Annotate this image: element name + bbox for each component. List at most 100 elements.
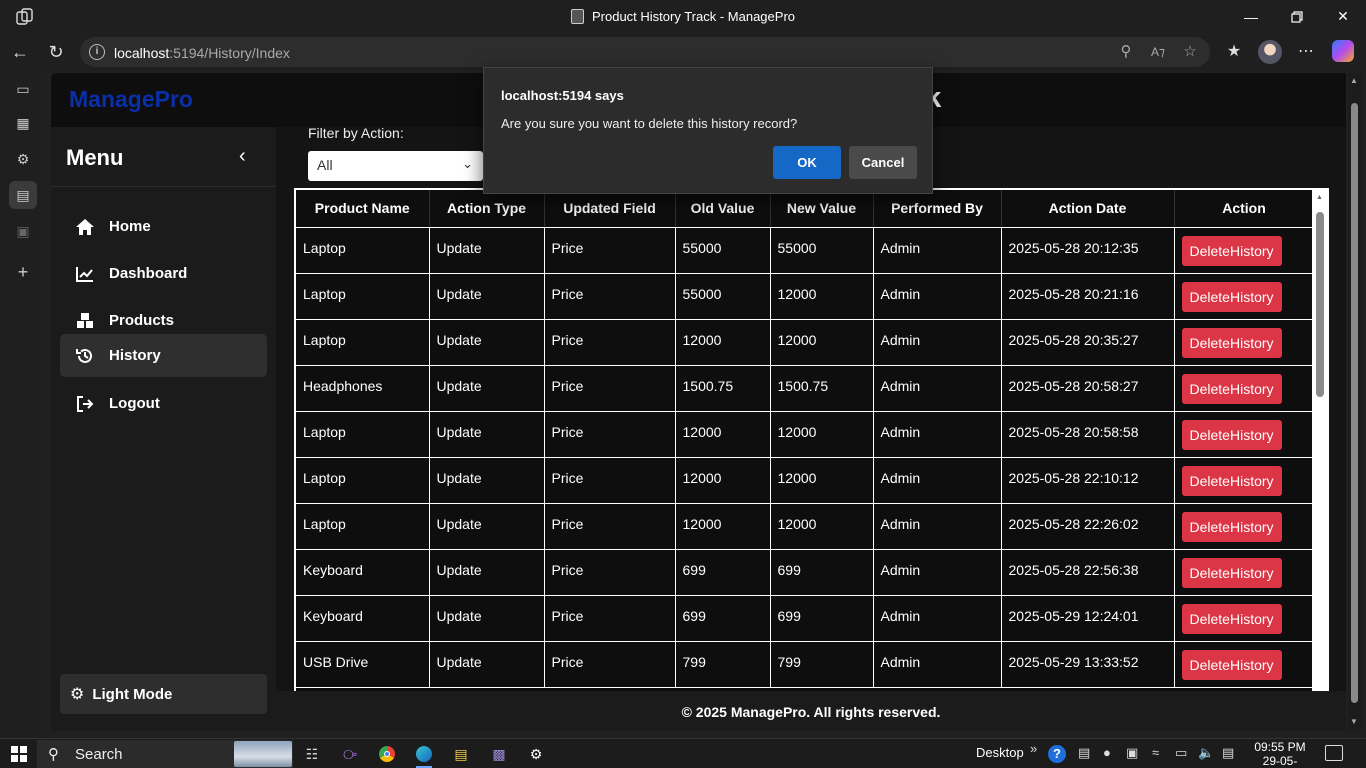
new-tab-icon[interactable]: + <box>9 258 37 286</box>
favorites-icon[interactable]: ★ <box>1222 40 1246 64</box>
tray-app-icon[interactable]: ▤ <box>1078 745 1090 761</box>
action-filter-select[interactable]: All ⌄ <box>308 151 483 181</box>
column-header[interactable]: Performed By <box>873 190 1002 228</box>
column-header[interactable]: Action <box>1174 190 1315 228</box>
delete-history-button[interactable]: DeleteHistory <box>1181 281 1282 312</box>
zoom-icon[interactable]: ⚲ <box>1117 43 1135 61</box>
sidebar-item-history[interactable]: History <box>60 334 267 377</box>
start-button[interactable] <box>11 746 27 762</box>
delete-history-button[interactable]: DeleteHistory <box>1181 373 1282 404</box>
sidebar-item-label: Dashboard <box>109 265 188 282</box>
restore-button[interactable] <box>1274 0 1320 33</box>
visual-studio-icon[interactable]: ⧂ <box>336 742 364 766</box>
tray-file-icon[interactable]: ▣ <box>1126 745 1138 761</box>
table-cell: 55000 <box>675 227 771 274</box>
table-scrollbar[interactable]: ▲ <box>1312 190 1327 691</box>
table-cell-action: DeleteHistory <box>1174 273 1315 320</box>
favorite-star-icon[interactable]: ☆ <box>1181 43 1199 61</box>
table-cell: 12000 <box>675 503 771 550</box>
file-explorer-icon[interactable]: ▤ <box>447 742 475 766</box>
gear-icon: ⚙ <box>70 686 85 703</box>
table-cell: Admin <box>873 319 1002 366</box>
more-menu-icon[interactable]: ⋯ <box>1294 40 1318 64</box>
table-cell-action: DeleteHistory <box>1174 595 1315 642</box>
sidebar-item-dashboard[interactable]: Dashboard <box>60 252 267 295</box>
page-favicon-icon <box>570 9 584 24</box>
delete-history-button[interactable]: DeleteHistory <box>1181 603 1282 634</box>
battery-icon[interactable]: ▭ <box>1175 745 1187 761</box>
collapse-sidebar-icon[interactable]: ‹ <box>239 145 246 168</box>
scroll-up-icon[interactable]: ▲ <box>1316 194 1323 201</box>
page-scrollbar-thumb[interactable] <box>1351 103 1358 703</box>
taskbar-clock[interactable]: 09:55 PM 29-05-2025 <box>1250 739 1310 768</box>
brand-logo[interactable]: ManagePro <box>69 86 193 113</box>
table-cell: Admin <box>873 503 1002 550</box>
column-header[interactable]: Action Type <box>429 190 545 228</box>
delete-history-button[interactable]: DeleteHistory <box>1181 511 1282 542</box>
back-button[interactable]: ← <box>8 40 32 64</box>
delete-history-button[interactable]: DeleteHistory <box>1181 419 1282 450</box>
delete-history-button[interactable]: DeleteHistory <box>1181 649 1282 680</box>
refresh-button[interactable]: ↻ <box>44 40 68 64</box>
table-cell: Price <box>544 365 676 412</box>
table-cell: USB Drive <box>296 641 430 688</box>
divider <box>51 186 276 187</box>
tab-2-icon[interactable]: ⚙ <box>9 145 37 173</box>
table-cell: 2025-05-28 20:35:27 <box>1001 319 1175 366</box>
volume-icon[interactable]: 🔈 <box>1198 745 1214 761</box>
settings-icon[interactable]: ⚙ <box>522 742 550 766</box>
column-header[interactable]: Updated Field <box>544 190 676 228</box>
minimize-button[interactable]: — <box>1228 0 1274 33</box>
sidebar-item-label: Home <box>109 218 151 235</box>
scroll-up-icon[interactable]: ▲ <box>1350 76 1358 85</box>
address-bar[interactable]: i localhost:5194/History/Index ⚲ A⁊ ☆ <box>80 37 1210 67</box>
chrome-icon[interactable] <box>373 742 401 766</box>
tab-1-icon[interactable]: ▦ <box>9 109 37 137</box>
delete-history-button[interactable]: DeleteHistory <box>1181 557 1282 588</box>
boxes-icon <box>75 312 95 329</box>
column-header[interactable]: New Value <box>770 190 874 228</box>
column-header[interactable]: Product Name <box>296 190 430 228</box>
copilot-icon[interactable] <box>1332 40 1354 62</box>
close-window-button[interactable]: ✕ <box>1320 0 1366 33</box>
read-aloud-icon[interactable]: A⁊ <box>1149 43 1167 61</box>
page-scrollbar[interactable]: ▲ ▼ <box>1348 73 1362 731</box>
terminal-icon[interactable]: ▩ <box>485 742 513 766</box>
sidebar-item-home[interactable]: Home <box>60 205 267 248</box>
edge-icon[interactable] <box>410 742 438 768</box>
search-label: Search <box>75 746 123 763</box>
task-view-icon[interactable]: ☷ <box>298 742 326 766</box>
url-text[interactable]: localhost:5194/History/Index <box>114 45 290 61</box>
tab-actions-icon[interactable]: ▭ <box>9 75 37 103</box>
help-icon[interactable]: ? <box>1048 745 1066 763</box>
delete-history-button[interactable]: DeleteHistory <box>1181 465 1282 496</box>
language-icon[interactable]: ▤ <box>1222 745 1234 761</box>
scroll-down-icon[interactable]: ▼ <box>1350 717 1358 726</box>
delete-history-button[interactable]: DeleteHistory <box>1181 327 1282 358</box>
table-cell: 12000 <box>675 411 771 458</box>
expand-toolbar-icon[interactable]: » <box>1030 741 1037 756</box>
tray-disk-icon[interactable]: ● <box>1103 745 1111 760</box>
column-header[interactable]: Action Date <box>1001 190 1175 228</box>
table-scrollbar-thumb[interactable] <box>1316 212 1324 397</box>
wifi-icon[interactable]: ≈ <box>1152 745 1159 760</box>
delete-history-button[interactable]: DeleteHistory <box>1181 235 1282 266</box>
tab-4-icon[interactable]: ▣ <box>9 217 37 245</box>
light-mode-label: Light Mode <box>92 685 173 703</box>
tab-current-icon[interactable]: ▤ <box>9 181 37 209</box>
site-info-icon[interactable]: i <box>89 44 105 60</box>
filter-label: Filter by Action: <box>308 125 404 141</box>
table-row: Laptop Update Price 55000 55000 Admin 2025-05-… <box>296 227 1315 274</box>
sidebar-item-logout[interactable]: Logout <box>60 382 267 425</box>
notification-icon[interactable] <box>1325 745 1343 761</box>
taskbar-search[interactable]: ⚲ Search <box>37 740 293 768</box>
column-header[interactable]: Old Value <box>675 190 771 228</box>
ok-button[interactable]: OK <box>773 146 841 179</box>
light-mode-button[interactable]: ⚙ Light Mode <box>60 674 267 714</box>
cancel-button[interactable]: Cancel <box>849 146 917 179</box>
desktop-toolbar-label[interactable]: Desktop <box>976 745 1024 760</box>
table-cell: 2025-05-29 12:24:01 <box>1001 595 1175 642</box>
profile-avatar[interactable] <box>1258 40 1282 64</box>
table-cell: Admin <box>873 411 1002 458</box>
table-cell: Price <box>544 227 676 274</box>
